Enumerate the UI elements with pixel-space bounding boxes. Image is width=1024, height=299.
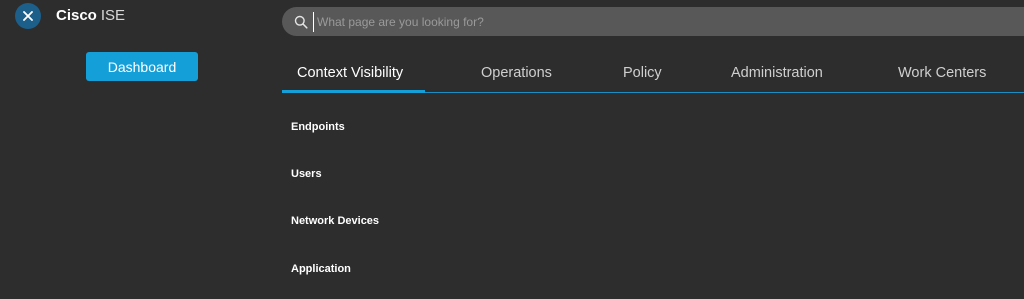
tab-context-visibility[interactable]: Context Visibility: [297, 65, 403, 81]
search-bar[interactable]: [282, 7, 1024, 36]
main-nav-tabs: Context Visibility Operations Policy Adm…: [282, 55, 1024, 93]
close-icon: [23, 11, 33, 21]
brand-name-bold: Cisco: [56, 7, 97, 24]
search-input[interactable]: [313, 11, 917, 32]
tab-administration[interactable]: Administration: [731, 65, 823, 81]
menu-item-users[interactable]: Users: [291, 168, 322, 180]
tab-policy[interactable]: Policy: [623, 65, 662, 81]
active-tab-indicator: [282, 90, 425, 93]
close-menu-button[interactable]: [15, 3, 41, 29]
tab-operations[interactable]: Operations: [481, 65, 552, 81]
app-brand: Cisco ISE: [56, 7, 125, 25]
dashboard-button[interactable]: Dashboard: [86, 52, 198, 81]
tab-work-centers[interactable]: Work Centers: [898, 65, 986, 81]
menu-item-application[interactable]: Application: [291, 263, 351, 275]
menu-item-endpoints[interactable]: Endpoints: [291, 121, 345, 133]
menu-item-network-devices[interactable]: Network Devices: [291, 215, 379, 227]
search-icon: [294, 15, 308, 29]
brand-name-product: ISE: [100, 7, 126, 24]
